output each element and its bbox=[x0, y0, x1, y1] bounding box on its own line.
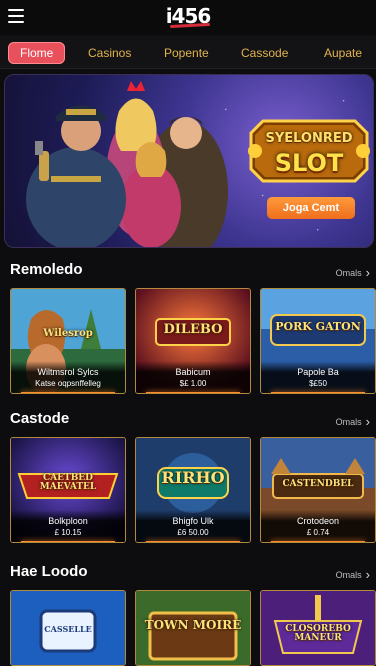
game-subtitle: Katse oqpsnffelleg bbox=[35, 379, 101, 388]
chevron-right-icon: › bbox=[365, 567, 370, 582]
chevron-right-icon: › bbox=[365, 414, 370, 429]
see-all-link[interactable]: Omals › bbox=[336, 567, 370, 582]
play-now-button[interactable]: Joga Cemt bbox=[267, 197, 355, 219]
game-banner-text: Wilesrop bbox=[43, 328, 93, 339]
card-glow bbox=[271, 392, 365, 393]
card-glow bbox=[21, 541, 115, 542]
chevron-right-icon: › bbox=[365, 265, 370, 280]
game-name: Babicum bbox=[175, 367, 211, 377]
hero-banner[interactable]: SYELONRED SLOT Joga Cemt bbox=[4, 74, 374, 248]
card-glow bbox=[271, 541, 365, 542]
game-card[interactable]: RIRHO Bhigfo Ulk £6 50.00 bbox=[135, 437, 251, 543]
game-card[interactable]: PORK GATON Papole Ba $£50 bbox=[260, 288, 376, 394]
tab-cassode[interactable]: Cassode bbox=[241, 42, 288, 64]
see-all-label: Omals bbox=[335, 569, 362, 580]
card-glow bbox=[21, 392, 115, 393]
game-banner-text: PORK GATON bbox=[275, 320, 361, 333]
game-subtitle: £ 10.15 bbox=[54, 528, 82, 537]
game-caption: Babicum $£ 1.00 bbox=[136, 361, 250, 393]
game-name: Bhigfo Ulk bbox=[172, 516, 214, 526]
see-all-link[interactable]: Omals › bbox=[336, 265, 370, 280]
game-subtitle: £ 0.74 bbox=[306, 528, 330, 537]
game-banner-text: RIRHO bbox=[161, 468, 225, 487]
game-caption: Crotodeon £ 0.74 bbox=[261, 510, 375, 542]
tab-home[interactable]: Flome bbox=[8, 42, 66, 64]
game-name: Bolkploon bbox=[48, 516, 88, 526]
section-title-remoledo: Remoledo bbox=[10, 261, 83, 278]
game-caption: Papole Ba $£50 bbox=[261, 361, 375, 393]
hero-characters-art bbox=[26, 81, 228, 247]
game-subtitle: $£50 bbox=[309, 379, 327, 388]
game-banner-text: DILEBO bbox=[163, 322, 223, 337]
card-glow bbox=[146, 392, 240, 393]
game-banner-text: CASSELLE bbox=[44, 624, 92, 634]
game-caption: Bolkploon £ 10.15 bbox=[11, 510, 125, 542]
tab-casinos[interactable]: Casinos bbox=[88, 42, 131, 64]
game-banner-text: CASTENDBEL bbox=[282, 479, 354, 489]
tab-popular[interactable]: Popente bbox=[164, 42, 209, 64]
slot-title-top: SYELONRED bbox=[265, 131, 353, 146]
game-banner-text: CAETBED MAEVATEL bbox=[39, 473, 97, 493]
game-card[interactable]: CASTENDBEL Crotodeon £ 0.74 bbox=[260, 437, 376, 543]
game-name: Wiltmsrol Sylcs bbox=[37, 367, 99, 377]
section-title-castode: Castode bbox=[10, 410, 70, 427]
game-caption: Bhigfo Ulk £6 50.00 bbox=[136, 510, 250, 542]
slot-title-bottom: SLOT bbox=[274, 149, 344, 177]
game-card[interactable]: CLOSOREBO MANEUR bbox=[260, 590, 376, 666]
game-subtitle: $£ 1.00 bbox=[179, 379, 207, 388]
see-all-label: Omals bbox=[335, 416, 362, 427]
top-bar: i456 bbox=[0, 0, 376, 34]
section-title-hae-loodo: Hae Loodo bbox=[10, 563, 88, 580]
game-card[interactable]: CAETBED MAEVATEL Bolkploon £ 10.15 bbox=[10, 437, 126, 543]
see-all-label: Omals bbox=[335, 267, 362, 278]
see-all-link[interactable]: Omals › bbox=[336, 414, 370, 429]
tab-aupate[interactable]: Aupate bbox=[324, 42, 362, 64]
game-banner-text: TOWN MOIRE bbox=[144, 618, 242, 632]
game-card[interactable]: TOWN MOIRE bbox=[135, 590, 251, 666]
game-card[interactable]: Wilesrop Wiltmsrol Sylcs Katse oqpsnffel… bbox=[10, 288, 126, 394]
game-card[interactable]: CASSELLE bbox=[10, 590, 126, 666]
game-banner-text: CLOSOREBO MANEUR bbox=[285, 624, 351, 644]
game-card[interactable]: DILEBO Babicum $£ 1.00 bbox=[135, 288, 251, 394]
game-name: Crotodeon bbox=[296, 516, 340, 526]
card-glow bbox=[146, 541, 240, 542]
game-name: Papole Ba bbox=[297, 367, 339, 377]
game-subtitle: £6 50.00 bbox=[177, 528, 209, 537]
nav-tabs: Flome Casinos Popente Cassode Aupate bbox=[0, 36, 376, 69]
game-caption: Wiltmsrol Sylcs Katse oqpsnffelleg bbox=[11, 361, 125, 393]
